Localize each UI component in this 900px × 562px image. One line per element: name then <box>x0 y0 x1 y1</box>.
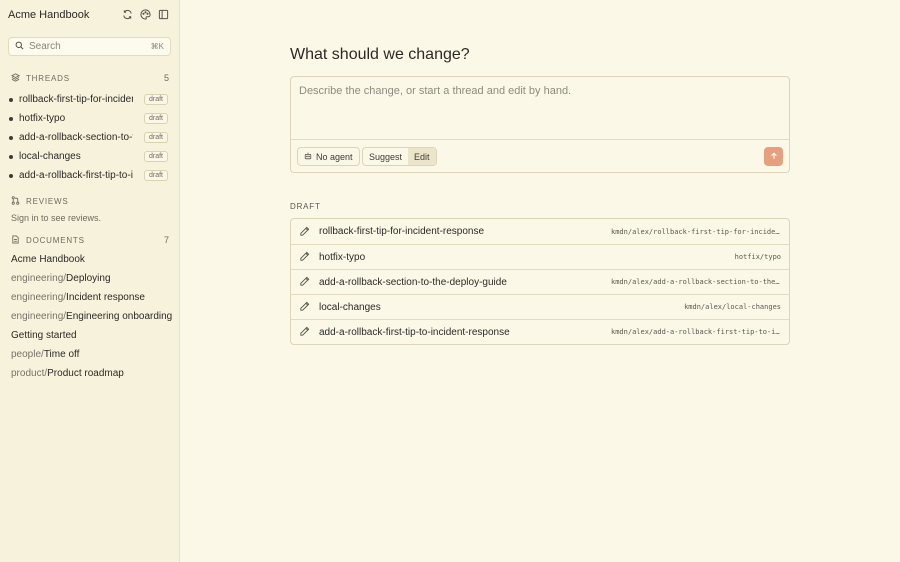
sync-icon[interactable] <box>121 8 133 20</box>
thread-label: add-a-rollback-first-tip-to-incident-res… <box>19 170 133 181</box>
thread-label: local-changes <box>19 151 81 162</box>
main-panel: What should we change? No agent Suggest … <box>181 0 900 562</box>
pencil-icon <box>299 276 311 288</box>
pencil-icon <box>299 326 311 338</box>
document-name: Time off <box>43 349 80 360</box>
search-input[interactable] <box>29 41 146 52</box>
document-item[interactable]: product/Product roadmap <box>11 368 124 383</box>
document-item[interactable]: engineering/Deploying <box>11 273 111 288</box>
edit-mode-button[interactable]: Edit <box>408 148 436 165</box>
thread-item[interactable]: hotfix-typo draft <box>9 110 169 127</box>
search-icon <box>15 41 24 53</box>
palette-icon[interactable] <box>139 8 151 20</box>
reviews-signin-note: Sign in to see reviews. <box>11 213 102 223</box>
sidebar-header: Acme Handbook <box>0 0 179 30</box>
suggest-mode-button[interactable]: Suggest <box>363 148 408 165</box>
thread-label: rollback-first-tip-for-incident-response <box>19 94 133 105</box>
change-description-input[interactable] <box>299 85 779 135</box>
thread-dot-icon <box>9 97 13 102</box>
branch-name: kmdn/alex/add-a-rollback-section-to-the-… <box>611 278 781 286</box>
page-title: What should we change? <box>290 46 470 63</box>
agent-label: No agent <box>316 151 353 162</box>
draft-row[interactable]: local-changes kmdn/alex/local-changes <box>291 294 789 319</box>
branch-name: kmdn/alex/local-changes <box>684 303 781 311</box>
thread-label: hotfix-typo <box>19 113 66 124</box>
app-title: Acme Handbook <box>8 9 90 21</box>
thread-dot-icon <box>9 116 13 121</box>
sidebar: Acme Handbook ⌘K THREADS 5 rollback-f <box>0 0 180 562</box>
thread-label: add-a-rollback-section-to-the-deploy-gui… <box>19 132 133 143</box>
draft-badge: draft <box>143 170 168 181</box>
thread-dot-icon <box>9 135 13 140</box>
document-name: Product roadmap <box>47 368 124 379</box>
search-box[interactable]: ⌘K <box>8 37 171 56</box>
layers-icon <box>10 72 21 84</box>
draft-badge: draft <box>143 113 168 124</box>
thread-item[interactable]: rollback-first-tip-for-incident-response… <box>9 91 169 108</box>
git-pull-request-icon <box>11 195 20 207</box>
arrow-up-icon <box>770 151 778 163</box>
document-item[interactable]: Getting started <box>11 330 77 345</box>
document-prefix: people/ <box>11 349 44 360</box>
document-name: Deploying <box>66 273 111 284</box>
pencil-icon <box>299 251 311 263</box>
thread-dot-icon <box>9 154 13 159</box>
branch-name: kmdn/alex/add-a-rollback-first-tip-to-in… <box>611 328 781 336</box>
draft-row[interactable]: add-a-rollback-section-to-the-deploy-gui… <box>291 269 789 294</box>
draft-row[interactable]: add-a-rollback-first-tip-to-incident-res… <box>291 319 789 344</box>
draft-name: local-changes <box>319 301 381 313</box>
thread-item[interactable]: add-a-rollback-section-to-the-deploy-gui… <box>9 129 169 146</box>
header-actions <box>121 8 169 20</box>
draft-name: add-a-rollback-section-to-the-deploy-gui… <box>319 276 507 288</box>
document-name: Incident response <box>66 292 145 303</box>
threads-count: 5 <box>163 73 169 83</box>
document-prefix: engineering/ <box>11 292 67 303</box>
document-name: Acme Handbook <box>11 254 85 265</box>
threads-label: THREADS <box>26 73 70 83</box>
draft-row[interactable]: rollback-first-tip-for-incident-response… <box>291 219 789 244</box>
documents-label: DOCUMENTS <box>26 235 85 245</box>
document-prefix: product/ <box>11 368 48 379</box>
document-prefix: engineering/ <box>11 311 67 322</box>
document-icon <box>11 234 20 246</box>
thread-item[interactable]: local-changes draft <box>9 148 169 165</box>
document-prefix: engineering/ <box>11 273 67 284</box>
document-name: Engineering onboarding <box>66 311 173 322</box>
branch-name: kmdn/alex/rollback-first-tip-for-inciden… <box>611 227 781 236</box>
draft-badge: draft <box>143 151 168 162</box>
pencil-icon <box>299 301 311 313</box>
draft-row[interactable]: hotfix-typo hotfix/typo <box>291 244 789 269</box>
document-name: Getting started <box>11 330 77 341</box>
draft-badge: draft <box>143 132 168 143</box>
document-item[interactable]: engineering/Incident response <box>11 292 145 307</box>
agent-select-button[interactable]: No agent <box>297 147 360 166</box>
robot-icon <box>304 152 312 162</box>
thread-item[interactable]: add-a-rollback-first-tip-to-incident-res… <box>9 167 169 184</box>
documents-count: 7 <box>163 235 169 245</box>
draft-list: rollback-first-tip-for-incident-response… <box>290 218 790 345</box>
draft-badge: draft <box>143 94 168 105</box>
document-item[interactable]: people/Time off <box>11 349 79 364</box>
sidebar-toggle-icon[interactable] <box>157 8 169 20</box>
threads-section-header: THREADS 5 <box>10 72 169 84</box>
branch-name: hotfix/typo <box>734 253 781 261</box>
draft-name: add-a-rollback-first-tip-to-incident-res… <box>319 326 510 338</box>
composer: No agent Suggest Edit <box>290 76 790 173</box>
document-item[interactable]: engineering/Engineering onboarding <box>11 311 172 326</box>
search-shortcut: ⌘K <box>150 42 164 51</box>
pencil-icon <box>299 226 311 238</box>
composer-divider <box>291 139 789 140</box>
thread-dot-icon <box>9 173 13 178</box>
send-button[interactable] <box>764 147 783 166</box>
reviews-section-header: REVIEWS <box>11 195 169 207</box>
draft-name: rollback-first-tip-for-incident-response <box>319 226 485 237</box>
document-item[interactable]: Acme Handbook <box>11 254 85 269</box>
documents-section-header: DOCUMENTS 7 <box>11 234 169 246</box>
mode-toggle: Suggest Edit <box>362 147 437 166</box>
draft-name: hotfix-typo <box>319 251 366 263</box>
draft-section-label: DRAFT <box>290 202 321 211</box>
reviews-label: REVIEWS <box>26 196 69 206</box>
